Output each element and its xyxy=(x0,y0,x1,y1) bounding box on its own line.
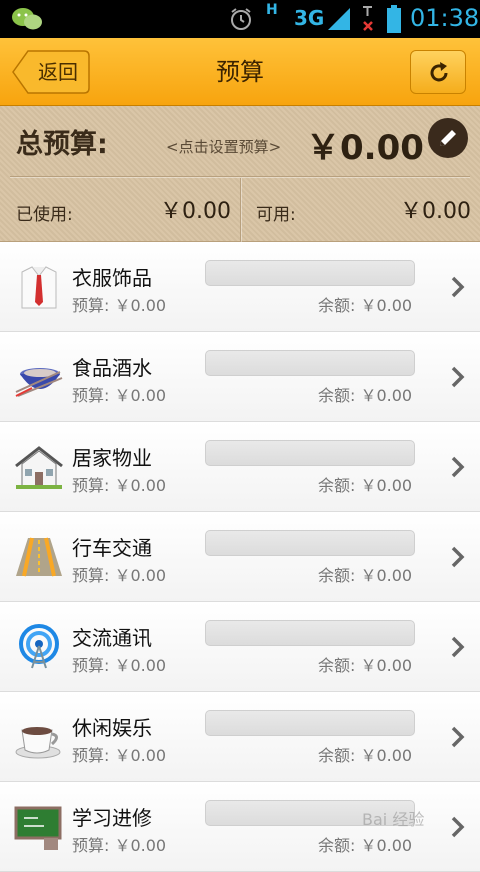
category-remaining: 余额: ￥0.00 xyxy=(318,476,413,495)
category-budget: 预算: ￥0.00 xyxy=(72,656,167,675)
shirt-icon xyxy=(21,266,57,309)
pencil-icon xyxy=(440,130,456,146)
used-value: ￥0.00 xyxy=(160,199,231,224)
title-bar: 预算 返回 xyxy=(0,38,480,106)
category-row-leisure[interactable]: 休闲娱乐 预算: ￥0.00 余额: ￥0.00 xyxy=(0,692,480,782)
chevron-right-icon xyxy=(451,456,465,478)
category-budget: 预算: ￥0.00 xyxy=(72,476,167,495)
total-budget-amount: ￥0.00 xyxy=(306,128,424,168)
category-remaining: 余额: ￥0.00 xyxy=(318,836,413,855)
category-remaining: 余额: ￥0.00 xyxy=(318,386,413,405)
network-type-indicator: H xyxy=(266,2,278,18)
total-budget-label: 总预算: xyxy=(16,129,108,160)
category-row-communication[interactable]: 交流通讯 预算: ￥0.00 余额: ￥0.00 xyxy=(0,602,480,692)
chevron-right-icon xyxy=(451,546,465,568)
summary-divider-vertical xyxy=(240,178,241,242)
category-row-home[interactable]: 居家物业 预算: ￥0.00 余额: ￥0.00 xyxy=(0,422,480,512)
category-name: 衣服饰品 xyxy=(72,266,152,290)
sim-no-signal-icon xyxy=(363,6,373,31)
battery-icon xyxy=(387,5,401,33)
status-bar: H 3G 01:38 xyxy=(0,0,480,38)
category-row-clothing[interactable]: 衣服饰品 预算: ￥0.00 余额: ￥0.00 xyxy=(0,242,480,332)
category-budget: 预算: ￥0.00 xyxy=(72,296,167,315)
alarm-icon xyxy=(231,8,251,30)
refresh-button[interactable] xyxy=(410,50,466,94)
category-name: 休闲娱乐 xyxy=(72,716,152,740)
back-button[interactable]: 返回 xyxy=(12,50,90,94)
progress-bar xyxy=(205,440,415,466)
category-budget: 预算: ￥0.00 xyxy=(72,386,167,405)
set-budget-hint[interactable]: <点击设置预算> xyxy=(166,136,281,157)
category-remaining: 余额: ￥0.00 xyxy=(318,746,413,765)
category-list: 衣服饰品 预算: ￥0.00 余额: ￥0.00 食品酒水 预算: ￥0.00 … xyxy=(0,242,480,872)
category-row-food[interactable]: 食品酒水 预算: ￥0.00 余额: ￥0.00 xyxy=(0,332,480,422)
antenna-icon xyxy=(19,624,59,669)
chevron-right-icon xyxy=(451,816,465,838)
network-gen-indicator: 3G xyxy=(294,6,325,30)
category-name: 交流通讯 xyxy=(72,626,152,650)
available-label: 可用: xyxy=(256,205,296,225)
watermark: Bai 经验 xyxy=(362,810,425,829)
category-budget: 预算: ￥0.00 xyxy=(72,836,167,855)
progress-bar xyxy=(205,710,415,736)
food-bowl-icon xyxy=(15,368,63,397)
category-name: 学习进修 xyxy=(72,806,152,830)
chalkboard-icon xyxy=(14,806,62,850)
progress-bar xyxy=(205,620,415,646)
progress-bar xyxy=(205,530,415,556)
coffee-icon xyxy=(15,727,61,759)
category-remaining: 余额: ￥0.00 xyxy=(318,656,413,675)
category-name: 居家物业 xyxy=(72,446,152,470)
category-name: 食品酒水 xyxy=(72,356,152,380)
chevron-right-icon xyxy=(451,276,465,298)
budget-summary[interactable]: 总预算: <点击设置预算> ￥0.00 已使用: ￥0.00 可用: ￥0.00 xyxy=(0,106,480,242)
category-name: 行车交通 xyxy=(72,536,152,560)
wechat-icon xyxy=(12,8,42,30)
clock: 01:38 xyxy=(410,4,480,32)
category-budget: 预算: ￥0.00 xyxy=(72,746,167,765)
edit-budget-button[interactable] xyxy=(428,118,468,158)
category-row-transport[interactable]: 行车交通 预算: ￥0.00 余额: ￥0.00 xyxy=(0,512,480,602)
category-remaining: 余额: ￥0.00 xyxy=(318,566,413,585)
refresh-icon xyxy=(430,62,448,82)
category-budget: 预算: ￥0.00 xyxy=(72,566,167,585)
used-label: 已使用: xyxy=(16,205,73,225)
progress-bar xyxy=(205,350,415,376)
summary-divider xyxy=(10,176,470,177)
progress-bar xyxy=(205,260,415,286)
chevron-right-icon xyxy=(451,636,465,658)
chevron-right-icon xyxy=(451,366,465,388)
signal-icon xyxy=(328,8,350,30)
chevron-right-icon xyxy=(451,726,465,748)
road-icon xyxy=(16,537,62,577)
available-value: ￥0.00 xyxy=(400,199,471,224)
category-remaining: 余额: ￥0.00 xyxy=(318,296,413,315)
house-icon xyxy=(15,446,63,489)
